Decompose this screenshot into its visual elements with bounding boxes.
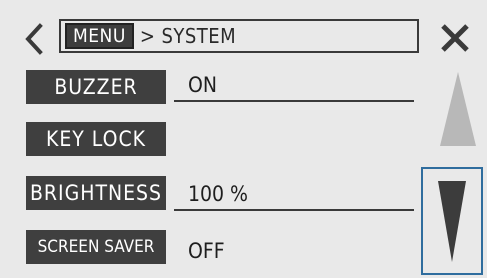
screen-saver-button[interactable]: SCREEN SAVER: [26, 230, 166, 264]
key-lock-button[interactable]: KEY LOCK: [26, 122, 166, 156]
buzzer-value: ON: [174, 70, 414, 102]
back-button[interactable]: [18, 20, 52, 58]
screen-saver-value: OFF: [188, 239, 225, 263]
breadcrumb-menu-link[interactable]: MENU: [65, 23, 134, 49]
brightness-value: 100 %: [174, 179, 414, 211]
breadcrumb-current-page: SYSTEM: [161, 24, 237, 48]
scroll-up-button[interactable]: [436, 70, 480, 148]
close-button[interactable]: [436, 19, 474, 57]
brightness-button[interactable]: BRIGHTNESS: [26, 176, 166, 210]
breadcrumb: MENU > SYSTEM: [59, 19, 419, 53]
close-icon: [441, 24, 469, 52]
triangle-down-icon: [438, 181, 466, 262]
triangle-up-icon: [440, 72, 476, 146]
buzzer-button[interactable]: BUZZER: [26, 70, 166, 104]
system-settings-screen: MENU > SYSTEM BUZZER ON KEY LOCK BRIGHTN…: [0, 0, 487, 278]
chevron-left-icon: [25, 23, 43, 55]
breadcrumb-separator: >: [139, 24, 156, 48]
scroll-down-button[interactable]: [421, 167, 483, 275]
